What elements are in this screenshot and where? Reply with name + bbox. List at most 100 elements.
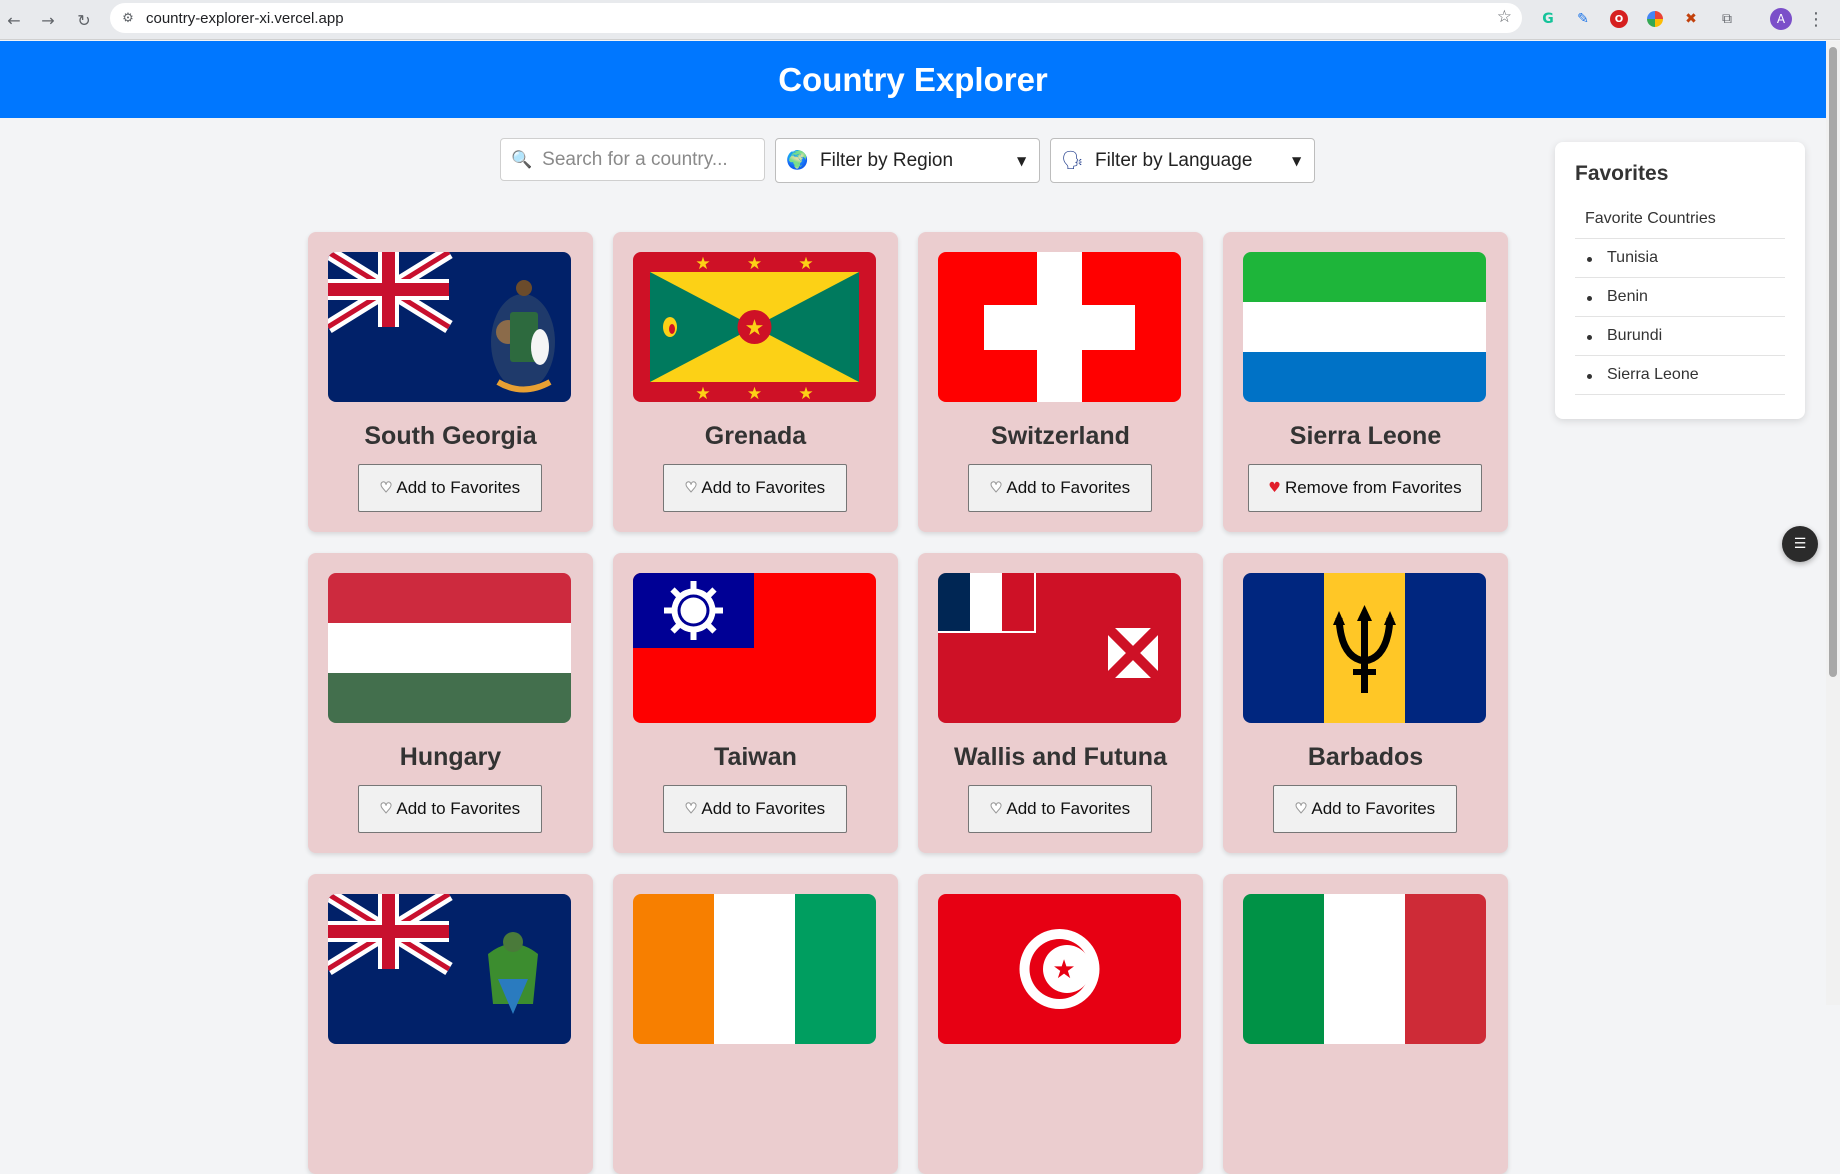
button-label: Add to Favorites xyxy=(701,478,826,497)
chevron-down-icon: ▼ xyxy=(1017,153,1027,168)
favorites-subtitle: Favorite Countries xyxy=(1575,200,1785,239)
globe-icon: 🌍 xyxy=(786,150,809,171)
page-scrollbar[interactable] xyxy=(1826,41,1840,1005)
address-bar[interactable]: ⚙ country-explorer-xi.vercel.app ☆ xyxy=(110,3,1522,33)
bookmark-star-icon[interactable]: ☆ xyxy=(1497,7,1512,27)
italy-flag xyxy=(1243,894,1486,1044)
country-card xyxy=(308,874,593,1174)
search-input[interactable] xyxy=(542,148,743,171)
extensions-puzzle-icon[interactable]: ⧉ xyxy=(1716,8,1738,30)
scrollbar-thumb[interactable] xyxy=(1829,47,1837,677)
add-to-favorites-button[interactable]: ♥ Add to Favorites xyxy=(663,785,847,833)
opera-extension-icon[interactable]: O xyxy=(1608,8,1630,30)
add-to-favorites-button[interactable]: ♥ Add to Favorites xyxy=(663,464,847,512)
button-label: Add to Favorites xyxy=(1006,478,1131,497)
ivory-coast-flag xyxy=(633,894,876,1044)
white-heart-icon: ♥ xyxy=(989,801,1003,818)
add-to-favorites-button[interactable]: ♥ Add to Favorites xyxy=(358,785,542,833)
country-card: Taiwan ♥ Add to Favorites xyxy=(613,553,898,853)
country-card xyxy=(1223,874,1508,1174)
country-card: Barbados ♥ Add to Favorites xyxy=(1223,553,1508,853)
favorite-item: Sierra Leone xyxy=(1575,356,1785,395)
profile-avatar[interactable]: A xyxy=(1770,8,1792,30)
url-text[interactable]: country-explorer-xi.vercel.app xyxy=(146,10,344,27)
country-name: Taiwan xyxy=(714,743,797,771)
taiwan-flag xyxy=(633,573,876,723)
svg-text:★: ★ xyxy=(695,384,710,402)
country-card: ★ ★ ★ ★ ★ ★ ★ Grenada ♥ Add to Favorites xyxy=(613,232,898,532)
white-heart-icon: ♥ xyxy=(989,480,1003,497)
grammarly-extension-icon[interactable]: G xyxy=(1537,8,1559,30)
country-card: South Georgia ♥ Add to Favorites xyxy=(308,232,593,532)
svg-text:★: ★ xyxy=(747,384,762,402)
country-name: Barbados xyxy=(1307,743,1424,771)
speaking-head-icon: 🗣 xyxy=(1061,150,1084,171)
button-label: Add to Favorites xyxy=(1006,799,1131,818)
white-heart-icon: ♥ xyxy=(684,480,698,497)
favorites-title: Favorites xyxy=(1575,162,1669,185)
floating-settings-button[interactable]: ☰ xyxy=(1782,526,1818,562)
country-name: Sierra Leone xyxy=(1289,422,1442,450)
button-label: Add to Favorites xyxy=(1311,799,1436,818)
white-heart-icon: ♥ xyxy=(684,801,698,818)
add-to-favorites-button[interactable]: ♥ Add to Favorites xyxy=(1273,785,1457,833)
white-heart-icon: ♥ xyxy=(379,801,393,818)
tunisia-flag: ★ xyxy=(938,894,1181,1044)
country-name: Wallis and Futuna xyxy=(954,743,1167,771)
forward-arrow-icon[interactable]: → xyxy=(34,6,62,34)
south-georgia-flag xyxy=(328,252,571,402)
favorites-panel: Favorites Favorite Countries Tunisia Ben… xyxy=(1555,142,1805,419)
region-filter-label: Filter by Region xyxy=(820,149,954,171)
language-filter-select[interactable]: 🗣 Filter by Language ▼ xyxy=(1050,138,1315,183)
favorite-item: Burundi xyxy=(1575,317,1785,356)
country-card: Sierra Leone ♥ Remove from Favorites xyxy=(1223,232,1508,532)
add-to-favorites-button[interactable]: ♥ Add to Favorites xyxy=(968,785,1152,833)
svg-text:★: ★ xyxy=(798,384,813,402)
white-heart-icon: ♥ xyxy=(1294,801,1308,818)
white-heart-icon: ♥ xyxy=(379,480,393,497)
add-to-favorites-button[interactable]: ♥ Add to Favorites xyxy=(968,464,1152,512)
svg-text:★: ★ xyxy=(747,254,762,274)
remove-from-favorites-button[interactable]: ♥ Remove from Favorites xyxy=(1248,464,1482,512)
favorites-list: Tunisia Benin Burundi Sierra Leone xyxy=(1575,239,1785,395)
browser-menu-icon[interactable]: ⋮ xyxy=(1805,8,1827,30)
favorite-item: Tunisia xyxy=(1575,239,1785,278)
button-label: Add to Favorites xyxy=(396,478,521,497)
color-wheel-extension-icon[interactable] xyxy=(1644,8,1666,30)
country-name: South Georgia xyxy=(364,422,537,450)
switzerland-flag xyxy=(938,252,1181,402)
region-filter-select[interactable]: 🌍 Filter by Region ▼ xyxy=(775,138,1040,183)
svg-text:★: ★ xyxy=(695,254,710,274)
grenada-flag: ★ ★ ★ ★ ★ ★ ★ xyxy=(633,252,876,402)
reload-icon[interactable]: ↻ xyxy=(70,6,98,34)
country-card: Wallis and Futuna ♥ Add to Favorites xyxy=(918,553,1203,853)
sierra-leone-flag xyxy=(1243,252,1486,402)
button-label: Remove from Favorites xyxy=(1284,478,1462,497)
hungary-flag xyxy=(328,573,571,723)
country-card: ★ xyxy=(918,874,1203,1174)
favorite-item: Benin xyxy=(1575,278,1785,317)
pitcairn-islands-flag xyxy=(328,894,571,1044)
browser-toolbar: ← → ↻ ⚙ country-explorer-xi.vercel.app ☆… xyxy=(0,0,1840,40)
add-to-favorites-button[interactable]: ♥ Add to Favorites xyxy=(358,464,542,512)
search-box[interactable]: 🔍 xyxy=(500,138,765,181)
language-filter-label: Filter by Language xyxy=(1095,149,1253,171)
button-label: Add to Favorites xyxy=(701,799,826,818)
country-name: Grenada xyxy=(704,422,807,450)
site-info-icon[interactable]: ⚙ xyxy=(110,11,146,26)
country-name: Switzerland xyxy=(991,422,1130,450)
tools-extension-icon[interactable]: ✖ xyxy=(1680,8,1702,30)
svg-text:★: ★ xyxy=(798,254,813,274)
app-header: Country Explorer xyxy=(0,41,1826,118)
sliders-icon: ☰ xyxy=(1793,536,1807,552)
search-icon: 🔍 xyxy=(511,149,533,170)
barbados-flag xyxy=(1243,573,1486,723)
svg-text:★: ★ xyxy=(745,316,765,341)
country-card: Switzerland ♥ Add to Favorites xyxy=(918,232,1203,532)
pen-extension-icon[interactable]: ✎ xyxy=(1572,8,1594,30)
svg-text:★: ★ xyxy=(1052,955,1075,985)
back-arrow-icon[interactable]: ← xyxy=(0,6,28,34)
page-title: Country Explorer xyxy=(778,60,1048,98)
button-label: Add to Favorites xyxy=(396,799,521,818)
red-heart-icon: ♥ xyxy=(1268,480,1281,496)
